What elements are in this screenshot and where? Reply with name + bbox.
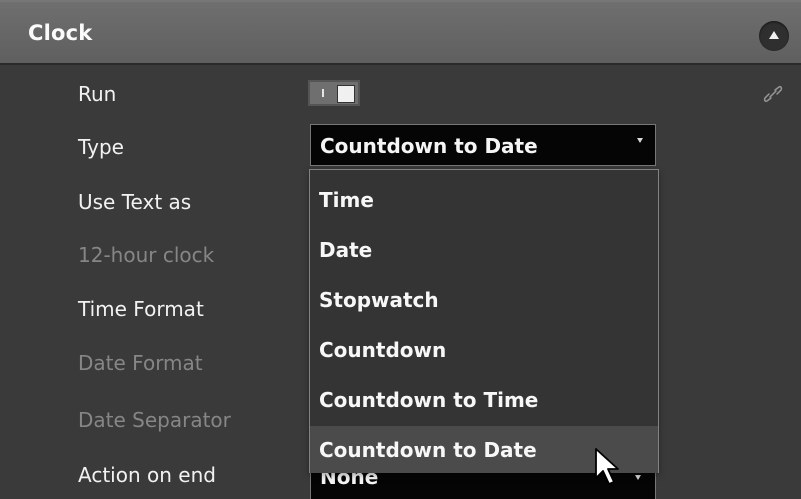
dropdown-option-countdown[interactable]: Countdown: [310, 326, 658, 373]
type-dropdown-menu: Time Date Stopwatch Countdown Countdown …: [309, 169, 659, 473]
dropdown-option-countdown-to-date[interactable]: Countdown to Date: [310, 426, 658, 473]
type-select[interactable]: Countdown to Date: [310, 124, 656, 166]
link-icon[interactable]: [763, 83, 783, 105]
clock-panel: Clock Run Type Countdown to Date Use Tex…: [0, 0, 801, 499]
action-on-end-select[interactable]: None: [310, 470, 656, 499]
twelve-hour-clock-label: 12-hour clock: [78, 243, 215, 267]
collapse-section-button[interactable]: [759, 21, 789, 51]
dropdown-option-date[interactable]: Date: [310, 226, 658, 273]
date-format-label: Date Format: [78, 351, 203, 375]
option-label: Countdown to Date: [319, 438, 537, 462]
run-toggle[interactable]: [308, 80, 360, 106]
run-label: Run: [78, 82, 117, 106]
option-label: Date: [319, 238, 373, 262]
clock-section-header[interactable]: Clock: [0, 0, 801, 65]
toggle-on-tick: [322, 89, 324, 97]
use-text-as-label: Use Text as: [78, 190, 192, 214]
section-title: Clock: [28, 21, 93, 45]
dropdown-arrow-icon: [637, 138, 643, 143]
dropdown-option-countdown-to-time[interactable]: Countdown to Time: [310, 376, 658, 423]
option-label: Countdown to Time: [319, 388, 539, 412]
option-label: Countdown: [319, 338, 447, 362]
dropdown-option-time[interactable]: Time: [310, 176, 658, 223]
option-label: Time: [319, 188, 374, 212]
action-on-end-label: Action on end: [78, 463, 216, 487]
option-label: Stopwatch: [319, 288, 439, 312]
dropdown-arrow-icon: [635, 475, 641, 480]
type-select-value: Countdown to Date: [320, 134, 538, 158]
date-separator-label: Date Separator: [78, 408, 231, 432]
type-label: Type: [78, 135, 124, 159]
toggle-knob: [337, 85, 355, 103]
time-format-label: Time Format: [78, 297, 204, 321]
dropdown-option-stopwatch[interactable]: Stopwatch: [310, 276, 658, 323]
